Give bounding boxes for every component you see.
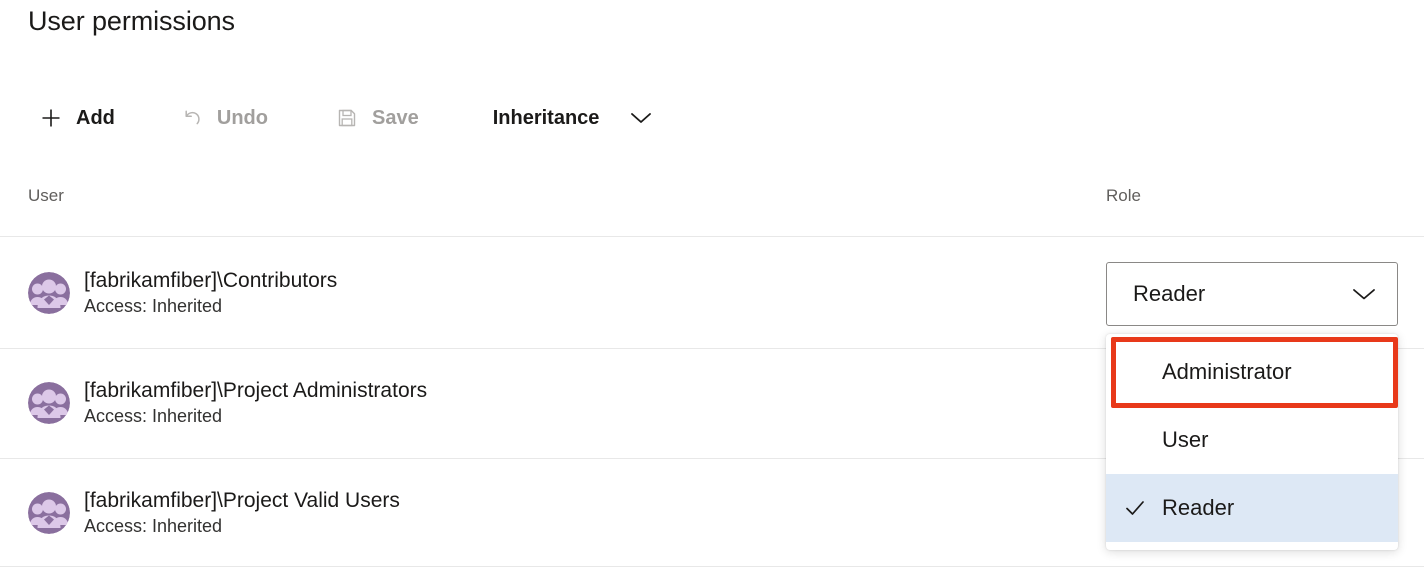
role-option-label: Administrator <box>1162 359 1292 384</box>
save-button[interactable]: Save <box>324 96 435 140</box>
add-button-label: Add <box>76 106 115 129</box>
role-option-reader[interactable]: Reader <box>1106 474 1398 542</box>
role-option-label: User <box>1162 427 1209 452</box>
role-option-label: Reader <box>1162 495 1235 520</box>
page-title: User permissions <box>28 6 235 36</box>
plus-icon <box>40 107 62 129</box>
inheritance-menu-button[interactable]: Inheritance <box>481 96 662 140</box>
check-icon <box>1118 496 1152 520</box>
user-permissions-page: User permissions Add Undo Save Inheritan… <box>0 0 1424 580</box>
chevron-down-icon <box>1351 286 1377 302</box>
user-cell: [fabrikamfiber]\Contributors Access: Inh… <box>28 269 337 317</box>
add-button[interactable]: Add <box>28 96 131 140</box>
user-access: Access: Inherited <box>84 515 223 536</box>
user-cell: [fabrikamfiber]\Project Administrators A… <box>28 379 427 427</box>
group-avatar-icon <box>28 491 70 534</box>
save-button-label: Save <box>371 106 419 129</box>
role-dropdown-menu: Administrator User Reader <box>1106 334 1398 550</box>
user-cell: [fabrikamfiber]\Project Valid Users Acce… <box>28 489 400 537</box>
undo-arrow-icon <box>181 107 203 129</box>
user-name: [fabrikamfiber]\Contributors <box>84 268 338 292</box>
column-header-user: User <box>28 186 64 205</box>
user-access: Access: Inherited <box>84 295 223 316</box>
command-bar: Add Undo Save Inheritance <box>28 94 661 142</box>
header-divider <box>0 236 1424 237</box>
undo-button-label: Undo <box>216 106 268 129</box>
inheritance-label: Inheritance <box>492 106 600 129</box>
user-text: [fabrikamfiber]\Project Administrators A… <box>84 379 427 427</box>
user-access: Access: Inherited <box>84 405 223 426</box>
group-avatar-icon <box>28 381 70 424</box>
column-header-role: Role <box>1106 186 1141 205</box>
floppy-disk-icon <box>336 107 358 129</box>
undo-button[interactable]: Undo <box>169 96 284 140</box>
user-text: [fabrikamfiber]\Contributors Access: Inh… <box>84 269 337 317</box>
group-avatar-icon <box>28 271 70 314</box>
chevron-down-icon <box>629 110 653 126</box>
user-name: [fabrikamfiber]\Project Administrators <box>84 378 428 402</box>
user-text: [fabrikamfiber]\Project Valid Users Acce… <box>84 489 400 537</box>
role-dropdown-value: Reader <box>1133 281 1206 306</box>
role-cell: Reader <box>1106 262 1398 326</box>
role-option-user[interactable]: User <box>1106 406 1398 474</box>
role-dropdown-combobox[interactable]: Reader <box>1106 262 1398 326</box>
role-option-administrator[interactable]: Administrator <box>1106 338 1398 406</box>
user-name: [fabrikamfiber]\Project Valid Users <box>84 488 400 512</box>
